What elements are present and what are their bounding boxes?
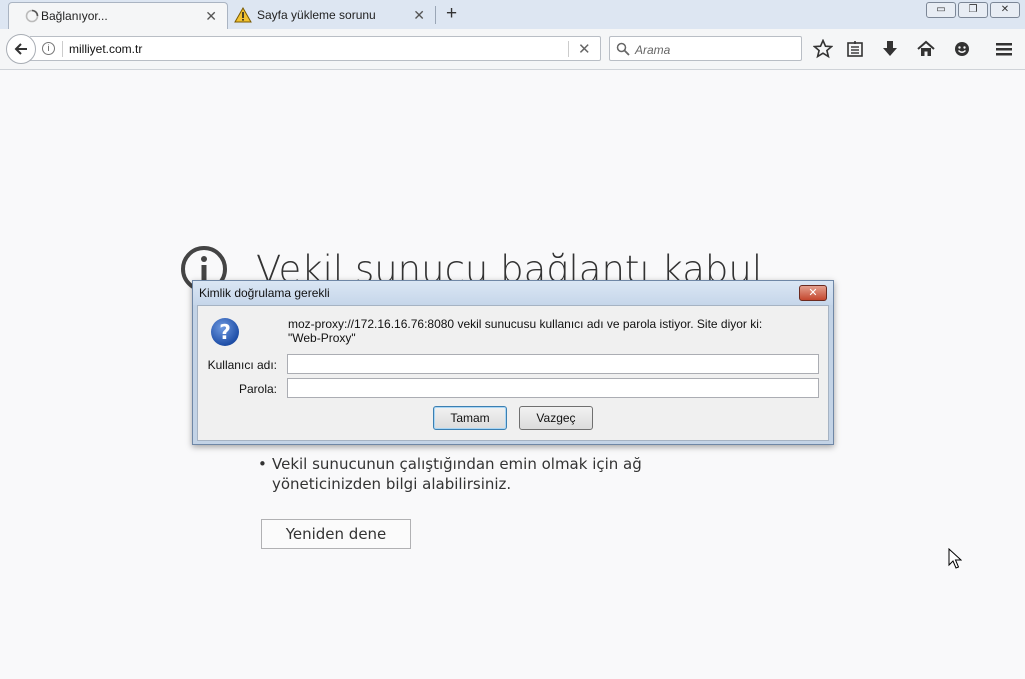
dialog-body: ? moz-proxy://172.16.16.76:8080 vekil su… bbox=[197, 305, 829, 441]
password-label: Parola: bbox=[238, 382, 277, 396]
home-icon[interactable] bbox=[916, 39, 936, 59]
bullet-icon: • bbox=[258, 455, 267, 473]
retry-button[interactable]: Yeniden dene bbox=[261, 519, 411, 549]
restore-icon[interactable]: ❐ bbox=[958, 2, 988, 18]
dialog-message: moz-proxy://172.16.16.76:8080 vekil sunu… bbox=[288, 317, 808, 345]
tab-close-icon[interactable]: ✕ bbox=[413, 7, 425, 24]
back-arrow-icon bbox=[14, 43, 27, 55]
url-text[interactable]: milliyet.com.tr bbox=[69, 42, 142, 56]
tab-strip: Bağlanıyor... ✕ Sayfa yükleme sorunu ✕ +… bbox=[0, 0, 1025, 29]
dialog-message-line: moz-proxy://172.16.16.76:8080 vekil sunu… bbox=[288, 317, 763, 331]
reading-list-icon[interactable] bbox=[845, 39, 865, 59]
loading-spinner-icon bbox=[25, 9, 39, 23]
tab-page-load-problem[interactable]: Sayfa yükleme sorunu ✕ bbox=[230, 2, 435, 29]
info-icon[interactable]: i bbox=[42, 42, 55, 55]
back-button[interactable] bbox=[6, 34, 36, 64]
password-field[interactable] bbox=[287, 378, 819, 398]
tab-label: Bağlanıyor... bbox=[41, 9, 108, 23]
search-input[interactable]: Arama bbox=[609, 36, 802, 61]
url-separator bbox=[62, 41, 63, 57]
chat-icon[interactable] bbox=[952, 39, 972, 59]
url-separator bbox=[568, 41, 569, 57]
tab-separator bbox=[435, 6, 436, 24]
cancel-button[interactable]: Vazgeç bbox=[519, 406, 593, 430]
menu-icon[interactable] bbox=[994, 39, 1014, 59]
bullet-text: Vekil sunucunun çalıştığından emin olmak… bbox=[272, 455, 642, 493]
dialog-titlebar[interactable]: Kimlik doğrulama gerekli ✕ bbox=[193, 281, 833, 305]
auth-dialog: Kimlik doğrulama gerekli ✕ ? moz-proxy:/… bbox=[192, 280, 834, 445]
window-close-icon[interactable]: ✕ bbox=[990, 2, 1020, 18]
stop-icon[interactable]: ✕ bbox=[578, 40, 591, 58]
username-field[interactable] bbox=[287, 354, 819, 374]
mouse-cursor-icon bbox=[948, 548, 962, 569]
dialog-message-line: "Web-Proxy" bbox=[288, 331, 356, 345]
username-label: Kullanıcı adı: bbox=[207, 358, 277, 372]
navigation-toolbar: i milliyet.com.tr ✕ Arama bbox=[0, 29, 1025, 70]
bookmark-star-icon[interactable] bbox=[813, 39, 833, 59]
search-icon bbox=[616, 42, 630, 56]
tab-close-icon[interactable]: ✕ bbox=[205, 8, 217, 25]
dialog-title: Kimlik doğrulama gerekli bbox=[199, 286, 330, 300]
list-item: • Vekil sunucunun çalıştığından emin olm… bbox=[258, 454, 738, 494]
download-icon[interactable] bbox=[880, 39, 900, 59]
search-placeholder: Arama bbox=[635, 43, 671, 57]
new-tab-icon[interactable]: + bbox=[446, 3, 457, 25]
ok-button[interactable]: Tamam bbox=[433, 406, 507, 430]
url-bar[interactable]: i milliyet.com.tr ✕ bbox=[30, 36, 601, 61]
tab-label: Sayfa yükleme sorunu bbox=[257, 8, 376, 22]
question-icon: ? bbox=[211, 318, 239, 346]
warning-icon bbox=[234, 7, 252, 23]
minimize-icon[interactable]: ▭ bbox=[926, 2, 956, 18]
tab-loading[interactable]: Bağlanıyor... ✕ bbox=[8, 2, 228, 29]
dialog-close-button[interactable]: ✕ bbox=[799, 285, 827, 301]
